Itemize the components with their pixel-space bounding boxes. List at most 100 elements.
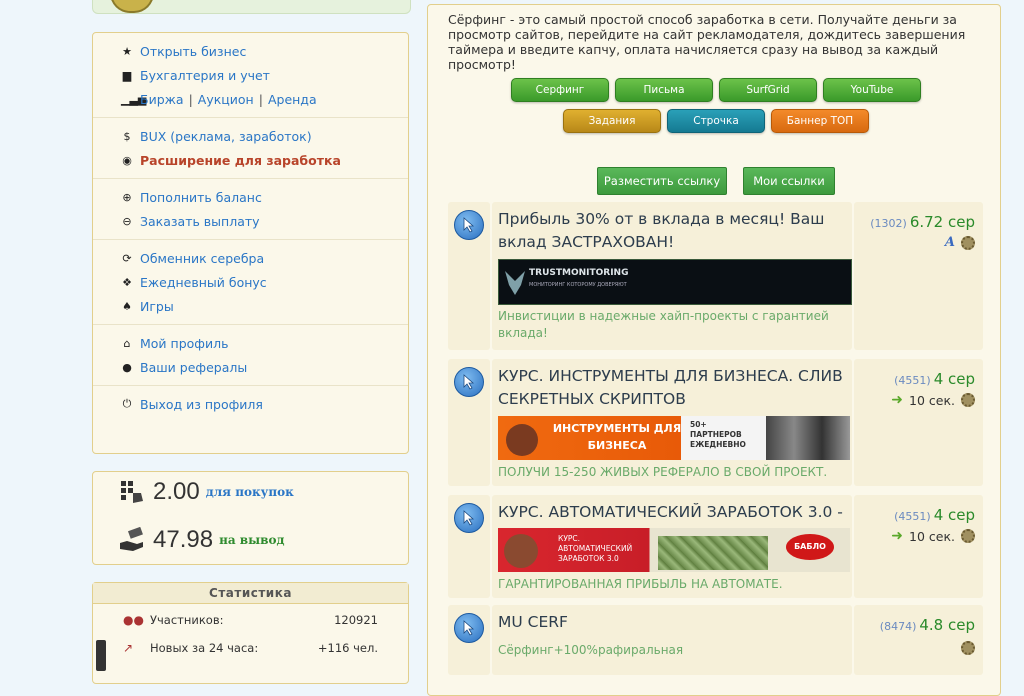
ad-stats: (4551) 4 сер (894, 505, 975, 524)
ad-row: КУРС. АВТОМАТИЧЕСКИЙ ЗАРАБОТОК 3.0 - КУР… (448, 495, 983, 598)
ad-info: (1302) 6.72 сер A (854, 202, 983, 350)
sidebar-item-logout[interactable]: ⏻ Выход из профиля (121, 392, 390, 416)
side-scroll-handle[interactable] (96, 640, 106, 671)
balance-purchase-amount: 2.00 (153, 478, 200, 505)
sidebar-item-extension[interactable]: ◉ Расширение для заработка (121, 148, 390, 172)
ad-description: Инвистиции в надежные хайп-проекты с гар… (498, 309, 829, 340)
cursor-icon[interactable] (454, 367, 484, 397)
money-hand-icon (120, 527, 143, 551)
cursor-icon[interactable] (454, 210, 484, 240)
sidebar-item-daily-bonus[interactable]: ❖ Ежедневный бонус (121, 270, 390, 294)
ad-title[interactable]: КУРС. ИНСТРУМЕНТЫ ДЛЯ БИЗНЕСА. СЛИВ СЕКР… (498, 365, 848, 411)
ad-description: ПОЛУЧИ 15-250 ЖИВЫХ РЕФЕРАЛО В СВОЙ ПРОЕ… (498, 465, 828, 479)
ad-title[interactable]: КУРС. АВТОМАТИЧЕСКИЙ ЗАРАБОТОК 3.0 - (498, 501, 848, 524)
sidebar-item-referrals[interactable]: ● Ваши рефералы (121, 355, 390, 379)
surfing-main-panel: Сёрфинг - это самый простой способ зараб… (427, 4, 1001, 696)
sidebar-item-games[interactable]: ♠ Игры (121, 294, 390, 318)
sidebar-item-label: Заказать выплату (140, 213, 260, 229)
minus-circle-icon: ⊖ (122, 214, 132, 228)
ad-price: 4 сер (933, 506, 975, 524)
sidebar-menu: ★ Открыть бизнес ▆ Бухгалтерия и учет ▁▃… (92, 32, 409, 454)
menu-group-business: ★ Открыть бизнес ▆ Бухгалтерия и учет ▁▃… (93, 33, 408, 118)
tab-line[interactable]: Строчка (667, 109, 765, 133)
ad-side (448, 495, 490, 598)
ad-row: Прибыль 30% от в вклада в месяц! Ваш вкл… (448, 202, 983, 350)
sidebar-item-label: Ваши рефералы (140, 359, 248, 375)
tab-letters[interactable]: Письма (615, 78, 713, 102)
tab-tasks[interactable]: Задания (563, 109, 661, 133)
ad-banner[interactable]: TRUSTMONITORING МОНИТОРИНГ КОТОРОМУ ДОВЕ… (498, 259, 852, 305)
balance-purchase-label: для покупок (205, 485, 294, 499)
ad-meta: ➜ 10 сек. (891, 392, 975, 408)
extension-icon: ◉ (122, 153, 132, 167)
cursor-icon[interactable] (454, 613, 484, 643)
gear-icon[interactable] (961, 393, 975, 407)
refresh-icon: ⟳ (122, 251, 132, 265)
ad-body: КУРС. ИНСТРУМЕНТЫ ДЛЯ БИЗНЕСА. СЛИВ СЕКР… (492, 359, 852, 486)
sidebar-item-profile[interactable]: ⌂ Мой профиль (121, 331, 390, 355)
trend-icon: ↗ (123, 641, 134, 655)
surfing-intro-text: Сёрфинг - это самый простой способ зараб… (448, 12, 966, 72)
stat-value: 120921 (334, 613, 378, 627)
sidebar-item-withdraw[interactable]: ⊖ Заказать выплату (121, 209, 390, 233)
gear-icon[interactable] (961, 641, 975, 655)
place-link-button[interactable]: Разместить ссылку (597, 167, 727, 195)
tab-surfgrid[interactable]: SurfGrid (719, 78, 817, 102)
ad-description: Сёрфинг+100%рафиральная (498, 643, 684, 657)
people-icon: ●● (123, 613, 144, 627)
balance-withdraw-amount: 47.98 (153, 526, 214, 553)
sidebar-item-label: Выход из профиля (140, 396, 263, 412)
avatar (110, 0, 154, 13)
balance-panel: 2.00 для покупок 47.98 на вывод (92, 471, 409, 565)
ad-timer: 10 сек. (909, 392, 955, 408)
cursor-icon[interactable] (454, 503, 484, 533)
sidebar-item-open-business[interactable]: ★ Открыть бизнес (121, 39, 390, 63)
banner-subtext: МОНИТОРИНГ КОТОРОМУ ДОВЕРЯЮТ (529, 282, 627, 288)
ad-banner[interactable]: ИНСТРУМЕНТЫ ДЛЯ БИЗНЕСА 50+ ПАРТНЕРОВ ЕЖ… (498, 416, 850, 460)
arrow-right-icon: ➜ (891, 528, 904, 544)
sidebar-item-bux[interactable]: $ BUX (реклама, заработок) (121, 124, 390, 148)
sidebar-item-label: Пополнить баланс (140, 189, 262, 205)
person-figure (504, 534, 538, 568)
ad-stats: (4551) 4 сер (894, 369, 975, 388)
balance-withdraw-label: на вывод (219, 533, 285, 547)
ad-title[interactable]: MU CERF (498, 611, 848, 634)
my-links-button[interactable]: Мои ссылки (743, 167, 835, 195)
banner-subtext: 50+ ПАРТНЕРОВ ЕЖЕДНЕВНО (690, 420, 746, 449)
sidebar-item-deposit[interactable]: ⊕ Пополнить баланс (121, 185, 390, 209)
menu-group-profile: ⌂ Мой профиль ● Ваши рефералы (93, 325, 408, 386)
ad-stats: (1302) 6.72 сер (870, 212, 975, 231)
power-icon: ⏻ (122, 397, 132, 410)
sidebar-item-accounting[interactable]: ▆ Бухгалтерия и учет (121, 63, 390, 87)
menu-group-balance: ⊕ Пополнить баланс ⊖ Заказать выплату (93, 179, 408, 240)
letter-a-icon: A (944, 235, 955, 250)
ad-body: КУРС. АВТОМАТИЧЕСКИЙ ЗАРАБОТОК 3.0 - КУР… (492, 495, 852, 598)
link-rent[interactable]: Аренда (268, 92, 317, 107)
ad-views: (4551) (894, 510, 931, 523)
gear-icon[interactable] (961, 235, 975, 250)
tab-youtube[interactable]: YouTube (823, 78, 921, 102)
banner-text: TRUSTMONITORING (529, 268, 629, 278)
stats-panel: Статистика ●● Участников: 120921 ↗ Новых… (92, 582, 409, 684)
ad-stats: (8474) 4.8 сер (880, 615, 975, 634)
home-icon: ⌂ (123, 336, 131, 350)
balance-withdraw: 47.98 на вывод (119, 526, 285, 554)
stat-label: Новых за 24 часа: (150, 641, 259, 655)
stat-label: Участников: (150, 613, 224, 627)
ad-banner[interactable]: КУРС. АВТОМАТИЧЕСКИЙ ЗАРАБОТОК 3.0 БАБЛО (498, 528, 850, 572)
sidebar-item-silver-exchange[interactable]: ⟳ Обменник серебра (121, 246, 390, 270)
gear-icon[interactable] (961, 529, 975, 543)
ad-meta (955, 641, 975, 655)
user-header-stub (92, 0, 411, 14)
tab-surfing[interactable]: Серфинг (511, 78, 609, 102)
plus-circle-icon: ⊕ (122, 190, 132, 204)
link-auction[interactable]: Аукцион (198, 92, 254, 107)
ad-title[interactable]: Прибыль 30% от в вклада в месяц! Ваш вкл… (498, 208, 848, 254)
ad-price: 4 сер (933, 370, 975, 388)
ad-row: КУРС. ИНСТРУМЕНТЫ ДЛЯ БИЗНЕСА. СЛИВ СЕКР… (448, 359, 983, 486)
banner-text: ИНСТРУМЕНТЫ ДЛЯ БИЗНЕСА (552, 422, 682, 452)
ad-meta: ➜ 10 сек. (891, 528, 975, 544)
link-birzha[interactable]: Биржа (140, 92, 184, 107)
tab-banner-top[interactable]: Баннер ТОП (771, 109, 869, 133)
ad-meta: A (945, 235, 975, 250)
